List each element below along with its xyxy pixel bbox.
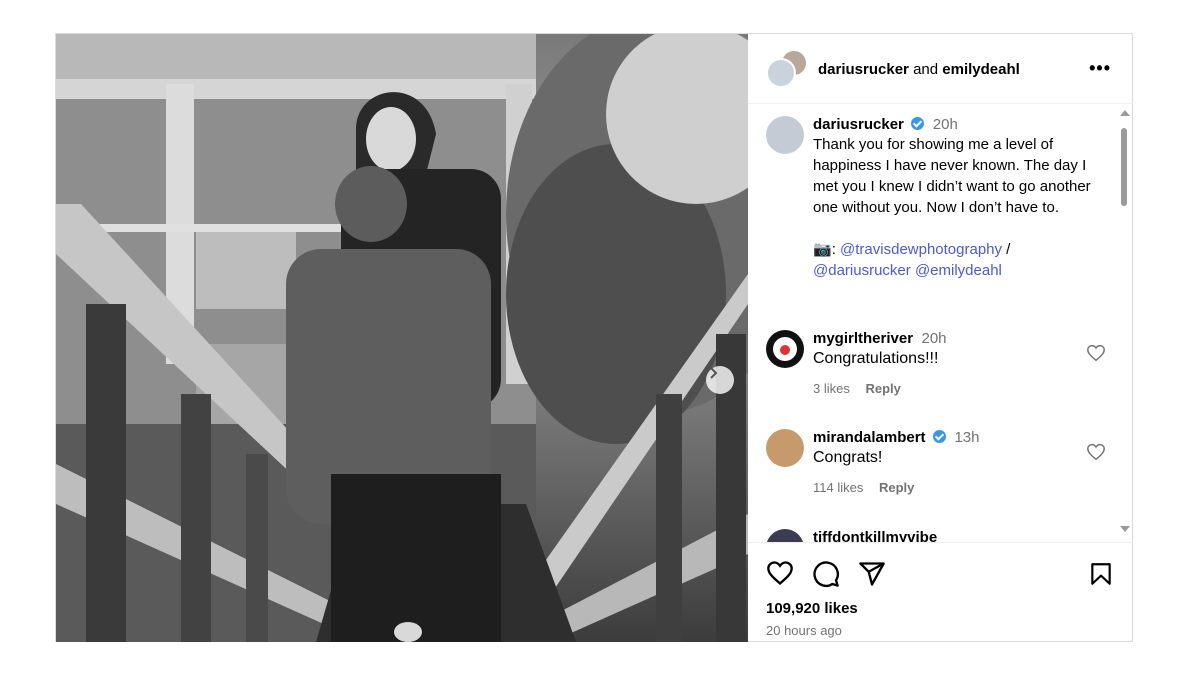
author-conjunction: and [913,61,939,78]
more-horizontal-icon[interactable]: ••• [1089,58,1111,79]
avatar[interactable] [766,429,804,467]
mention-link[interactable]: @travisdewphotography [840,241,1002,258]
comment-username[interactable]: mygirltheriver [813,330,913,347]
reply-button[interactable]: Reply [879,480,914,495]
avatar[interactable] [766,58,796,88]
comment-time[interactable]: 20h [933,116,958,133]
post-photo[interactable] [56,34,748,642]
comment-item: mygirltheriver 20h Congratulations!!! 3 … [766,330,1106,410]
post-authors: dariusrucker and emilydeahl [818,61,1020,78]
comment-time[interactable]: 13h [954,429,979,446]
post-actions: 109,920 likes 20 hours ago [748,542,1133,642]
verified-badge-icon [911,117,925,130]
post-header: dariusrucker and emilydeahl ••• [748,34,1133,104]
heart-icon[interactable] [1086,443,1106,461]
comment-time[interactable]: 20h [922,330,947,347]
comment-icon[interactable] [812,560,840,588]
comment-likes[interactable]: 114 likes [813,480,863,495]
author-link[interactable]: emilydeahl [942,61,1020,78]
avatar[interactable] [766,330,804,368]
comment-username[interactable]: mirandalambert [813,429,926,446]
next-photo-button[interactable] [706,366,734,394]
reply-button[interactable]: Reply [865,381,900,396]
avatar[interactable] [766,116,804,154]
caption-credits: 📷: @travisdewphotography / @dariusrucker… [813,239,1103,281]
heart-icon[interactable] [766,560,794,586]
post-timestamp[interactable]: 20 hours ago [766,623,842,638]
comment-item: mirandalambert 13h Congrats! 114 likes R… [766,429,1106,509]
camera-emoji-icon: 📷 [813,241,832,258]
comment-username[interactable]: dariusrucker [813,116,904,133]
credit-slash: / [1002,241,1011,258]
mention-link[interactable]: @dariusrucker [813,262,911,279]
comments-scrollbar[interactable] [1119,108,1130,538]
scroll-thumb[interactable] [1121,128,1127,206]
caption-text: Thank you for showing me a level of happ… [813,136,1091,216]
post-side-panel: dariusrucker and emilydeahl ••• dariusru… [748,34,1133,642]
verified-badge-icon [933,430,946,443]
post-card: dariusrucker and emilydeahl ••• dariusru… [55,33,1133,642]
comment-likes[interactable]: 3 likes [813,381,850,396]
comment-item: tiffdontkillmyvibe [766,529,1106,542]
bookmark-icon[interactable] [1088,560,1114,588]
credit-separator: : [831,241,841,258]
mention-link[interactable]: @emilydeahl [915,262,1002,279]
scroll-down-arrow-icon[interactable] [1120,526,1130,532]
chevron-right-icon [710,367,718,379]
comment-text: Congrats! [813,449,883,466]
likes-count[interactable]: 109,920 likes [766,600,858,617]
avatar-graphic [773,337,797,361]
heart-icon[interactable] [1086,344,1106,362]
comments-section[interactable]: dariusrucker 20h Thank you for showing m… [748,104,1133,542]
comment-text: Congratulations!!! [813,350,939,367]
comment-username[interactable]: tiffdontkillmyvibe [813,529,937,542]
scroll-up-arrow-icon[interactable] [1120,110,1130,116]
photo-illustration [56,34,748,642]
avatar[interactable] [766,529,804,542]
share-icon[interactable] [858,560,886,588]
author-link[interactable]: dariusrucker [818,61,909,78]
